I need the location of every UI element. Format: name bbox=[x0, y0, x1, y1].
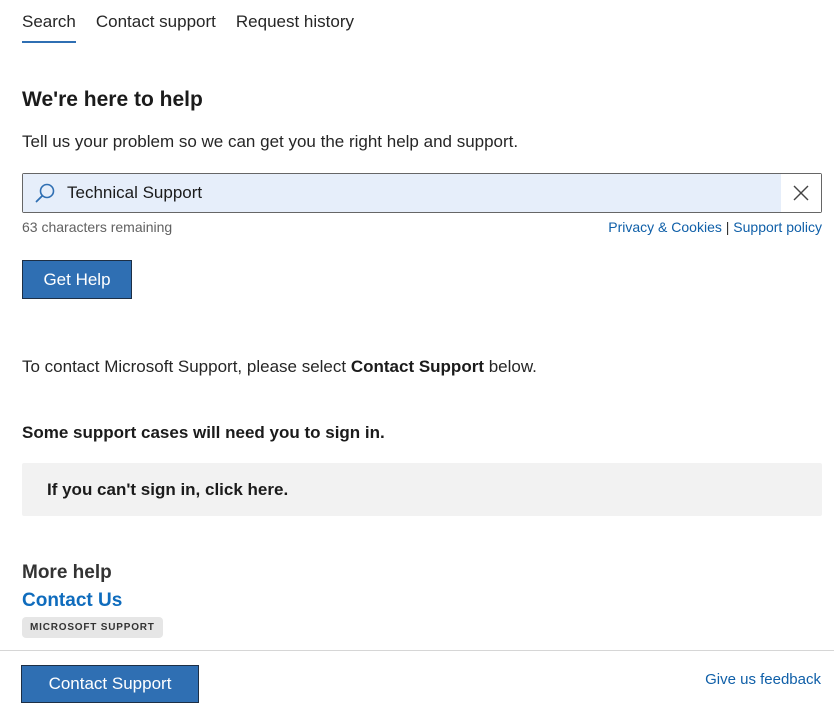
link-separator: | bbox=[725, 219, 730, 235]
get-help-button[interactable]: Get Help bbox=[22, 260, 132, 299]
page-title: We're here to help bbox=[22, 88, 203, 111]
contact-us-link[interactable]: Contact Us bbox=[22, 590, 122, 612]
close-icon bbox=[793, 185, 809, 201]
more-help-title: More help bbox=[22, 562, 112, 583]
contact-support-button[interactable]: Contact Support bbox=[21, 665, 199, 703]
policy-links: Privacy & Cookies | Support policy bbox=[608, 219, 822, 235]
tab-contact-support[interactable]: Contact support bbox=[96, 12, 216, 43]
give-feedback-link[interactable]: Give us feedback bbox=[705, 671, 821, 688]
tab-bar: Search Contact support Request history bbox=[22, 12, 354, 43]
tab-search[interactable]: Search bbox=[22, 12, 76, 43]
contact-bold: Contact Support bbox=[350, 357, 484, 376]
chars-remaining: 63 characters remaining bbox=[22, 219, 173, 235]
search-input-value[interactable]: Technical Support bbox=[67, 183, 202, 203]
contact-suffix: below. bbox=[483, 357, 537, 376]
search-box[interactable]: Technical Support bbox=[22, 173, 822, 213]
signin-note: Some support cases will need you to sign… bbox=[22, 423, 385, 442]
microsoft-support-badge: MICROSOFT SUPPORT bbox=[22, 617, 163, 638]
privacy-cookies-link[interactable]: Privacy & Cookies bbox=[608, 219, 722, 235]
search-icon bbox=[23, 174, 67, 212]
contact-prefix: To contact Microsoft Support, please sel… bbox=[22, 357, 351, 376]
cant-sign-in-link[interactable]: If you can't sign in, click here. bbox=[22, 463, 822, 516]
clear-search-button[interactable] bbox=[781, 174, 821, 212]
contact-instructions: To contact Microsoft Support, please sel… bbox=[22, 357, 537, 377]
search-input[interactable]: Technical Support bbox=[23, 174, 781, 212]
page-subtitle: Tell us your problem so we can get you t… bbox=[22, 132, 519, 151]
footer-divider bbox=[0, 650, 834, 651]
tab-request-history[interactable]: Request history bbox=[236, 12, 354, 43]
support-policy-link[interactable]: Support policy bbox=[733, 219, 822, 235]
